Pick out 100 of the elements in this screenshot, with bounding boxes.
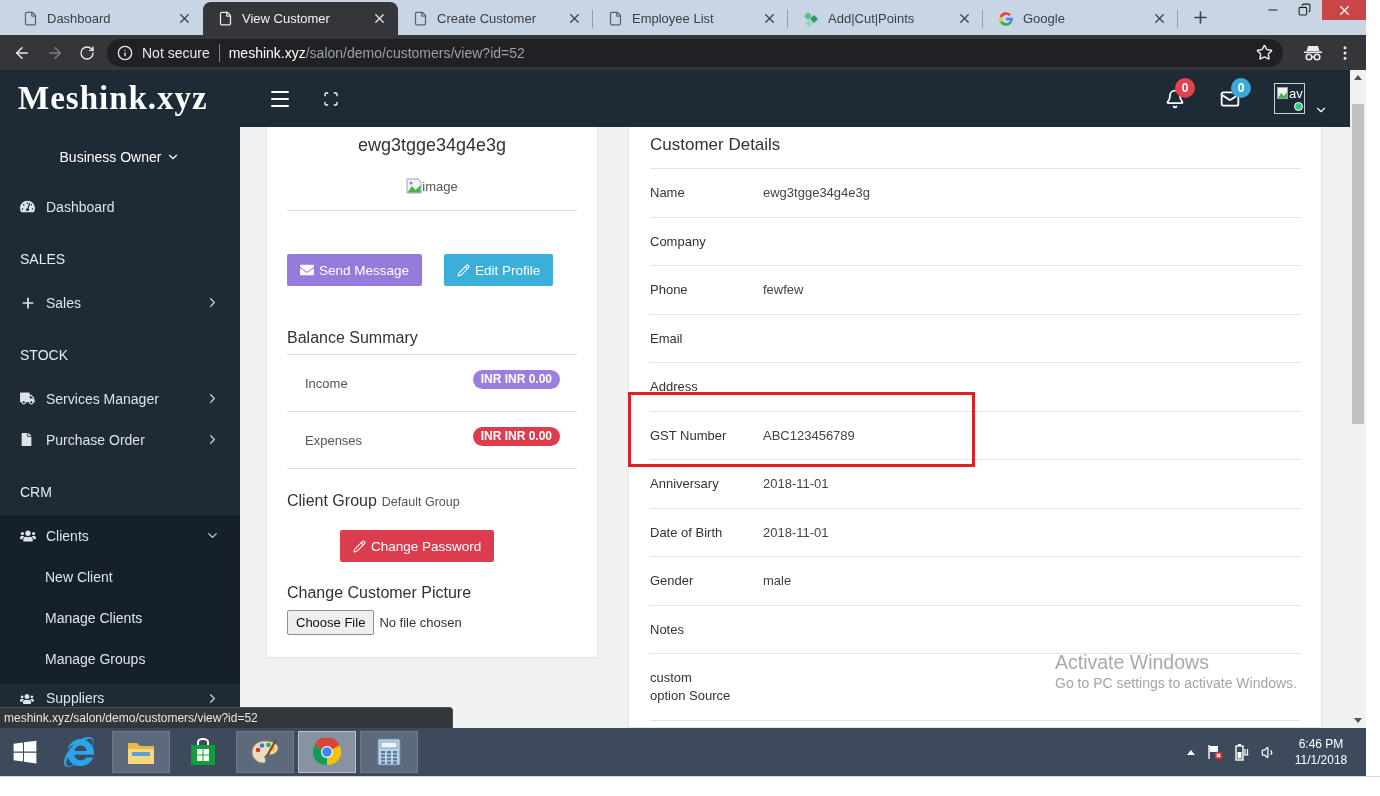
broken-image-icon — [406, 178, 423, 194]
address-bar[interactable]: Not secure meshink.xyz/salon/demo/customers/view?id=52 — [107, 38, 1283, 67]
browser-tab[interactable]: View Customer — [203, 2, 398, 35]
detail-label: custom option Source — [650, 669, 732, 705]
scrollbar[interactable] — [1350, 70, 1366, 728]
section-title: Change Customer Picture — [287, 583, 473, 603]
security-label: Not secure — [142, 44, 210, 61]
sidebar-item[interactable]: Suppliers — [0, 684, 240, 706]
change-password-button[interactable]: Change Password — [340, 530, 495, 562]
e-logo-icon — [64, 737, 94, 767]
tricolor-circle-icon — [313, 738, 341, 766]
page-icon — [23, 11, 38, 26]
clock[interactable]: 6:46 PM 11/1/2018 — [1292, 736, 1350, 768]
detail-value: fewfew — [763, 281, 804, 299]
detail-value: ewg3tgge34g4e3g — [763, 184, 870, 202]
sidebar-item[interactable]: Purchase Order — [0, 419, 240, 460]
broken-image-icon — [1277, 87, 1288, 99]
page-icon — [608, 11, 623, 26]
user-role-dropdown[interactable]: Business Owner — [59, 148, 181, 165]
activation-title: Activate Windows — [1055, 650, 1210, 674]
balance-label: Income — [305, 375, 349, 391]
close-icon[interactable] — [567, 11, 582, 26]
g-logo-icon — [998, 10, 1014, 27]
card-title: Customer Details — [650, 135, 782, 155]
detail-label: Address — [650, 378, 699, 396]
section-title: Balance Summary — [287, 328, 419, 348]
brand-logo: Meshink.xyz — [18, 80, 208, 117]
sidebar-item[interactable]: Dashboard — [0, 186, 240, 227]
detail-label: Anniversary — [650, 475, 720, 493]
start-icon[interactable] — [12, 739, 38, 765]
star-icon[interactable] — [1256, 44, 1273, 61]
gauge-icon — [20, 199, 35, 214]
clock-time: 6:46 PM — [1298, 736, 1344, 752]
notification-count: 0 — [1175, 77, 1195, 98]
browser-tab[interactable]: Add|Cut|Points — [788, 2, 983, 35]
restore-icon[interactable] — [1298, 3, 1311, 16]
pencil-icon — [457, 263, 471, 277]
page-icon — [413, 11, 428, 26]
file-icon — [20, 433, 33, 446]
close-icon[interactable] — [957, 11, 972, 26]
file-status-text: No file chosen — [379, 615, 462, 630]
battery-icon[interactable] — [1235, 743, 1249, 761]
amount-badge: INR INR 0.00 — [472, 369, 560, 389]
close-icon[interactable] — [1152, 11, 1167, 26]
clock-date: 11/1/2018 — [1294, 752, 1348, 768]
page-icon — [218, 11, 233, 26]
caret-up-icon[interactable] — [1187, 749, 1195, 755]
truck-icon — [20, 391, 35, 406]
hat-glasses-icon[interactable] — [1303, 44, 1323, 61]
info-icon[interactable] — [117, 44, 133, 61]
scrollbar-thumb[interactable] — [1352, 104, 1364, 424]
fullscreen-icon[interactable] — [323, 90, 339, 107]
customer-name: ewg3tgge34g4e3g — [356, 134, 508, 157]
message-count: 0 — [1231, 77, 1251, 98]
detail-value: ABC123456789 — [763, 426, 855, 445]
mail-icon[interactable] — [1220, 88, 1240, 109]
detail-value: 2018-11-01 — [763, 523, 829, 542]
browser-tab[interactable]: Dashboard — [8, 2, 203, 35]
scroll-down-arrow-icon[interactable] — [1354, 718, 1362, 723]
detail-value: 2018-11-01 — [763, 475, 829, 493]
scroll-up-arrow-icon[interactable] — [1354, 75, 1362, 80]
envelope-icon — [300, 263, 314, 277]
window-close-button[interactable] — [1322, 0, 1366, 20]
sidebar-item[interactable]: Services Manager — [0, 378, 240, 419]
submenu-item[interactable]: New Client — [0, 556, 240, 597]
detail-label: Company — [650, 232, 707, 251]
image-alt-text: image — [422, 178, 458, 194]
group-label: Client Group — [287, 491, 377, 511]
amount-badge: INR INR 0.00 — [472, 426, 560, 446]
detail-label: Phone — [650, 281, 689, 299]
reload-icon[interactable] — [79, 44, 95, 61]
choose-file-button[interactable]: Choose File — [287, 610, 375, 635]
taskbar-app-button[interactable] — [236, 731, 294, 773]
activation-message: Go to PC settings to activate Windows. — [1055, 674, 1297, 692]
browser-tab[interactable]: Google — [983, 2, 1178, 35]
sidebar-item[interactable]: Sales — [0, 282, 240, 323]
browser-tab[interactable]: Employee List — [593, 2, 788, 35]
close-icon[interactable] — [372, 11, 387, 26]
new-tab-icon[interactable] — [1191, 8, 1210, 27]
online-status-icon — [1294, 102, 1303, 111]
sidebar-heading: CRM — [19, 483, 53, 502]
detail-label: Gender — [650, 572, 695, 590]
flag-icon[interactable] — [1207, 744, 1223, 760]
palette-icon — [250, 738, 280, 766]
sidebar-item[interactable]: Clients — [0, 515, 240, 556]
link-status-tooltip: meshink.xyz/salon/demo/customers/view?id=52 — [0, 707, 453, 728]
users-icon — [20, 692, 34, 706]
browser-tab[interactable]: Create Customer — [398, 2, 593, 35]
close-icon[interactable] — [177, 11, 192, 26]
diamond-logo-icon — [803, 10, 819, 27]
detail-label: Notes — [650, 620, 685, 639]
detail-label: Email — [650, 329, 684, 348]
taskbar-app-button[interactable] — [360, 731, 418, 773]
submenu-item[interactable]: Manage Groups — [0, 638, 240, 679]
store-bag-icon — [190, 738, 216, 766]
taskbar-app-button[interactable] — [112, 731, 170, 773]
avatar-frame[interactable]: av — [1274, 83, 1305, 114]
submenu-item[interactable]: Manage Clients — [0, 597, 240, 638]
close-icon[interactable] — [762, 11, 777, 26]
detail-label: Date of Birth — [650, 523, 724, 542]
